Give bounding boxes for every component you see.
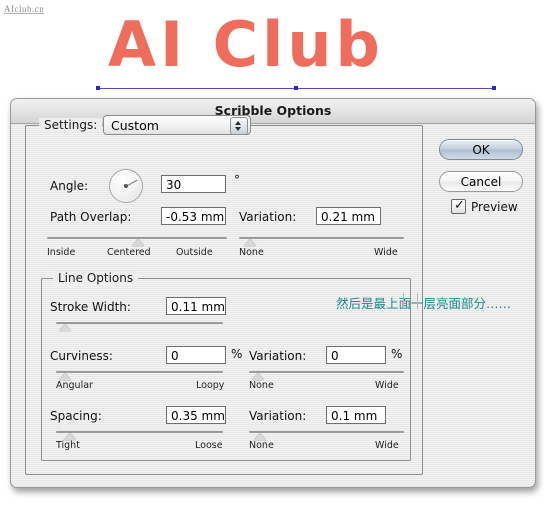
path-overlap-variation-tick-min: None	[239, 247, 264, 258]
annotation-guide-line	[403, 293, 404, 309]
curviness-label: Curviness:	[50, 349, 113, 363]
angle-label: Angle:	[50, 179, 89, 193]
path-overlap-variation-input[interactable]: 0.21 mm	[316, 207, 381, 225]
chevron-down-icon	[235, 127, 241, 131]
path-overlap-tick-min: Inside	[47, 247, 76, 258]
spacing-variation-label: Variation:	[249, 409, 307, 423]
checkmark-icon: ✓	[454, 198, 465, 213]
curviness-variation-tick-max: Wide	[375, 380, 399, 391]
ok-button[interactable]: OK	[439, 139, 523, 160]
illustrator-canvas: AIclub.cn AI Club	[0, 0, 544, 105]
slider-track	[249, 371, 404, 373]
path-overlap-variation-tick-max: Wide	[374, 247, 398, 258]
settings-dropdown-value: Custom	[111, 118, 159, 133]
angle-input[interactable]: 30	[161, 175, 226, 193]
slider-thumb[interactable]	[253, 433, 266, 440]
slider-thumb[interactable]	[64, 433, 77, 440]
path-overlap-label: Path Overlap:	[50, 210, 132, 224]
slider-track	[56, 431, 223, 433]
settings-dropdown[interactable]: Custom	[103, 115, 251, 135]
slider-track	[239, 237, 404, 239]
spacing-variation-tick-max: Wide	[375, 440, 399, 451]
screenshot-root: AIclub.cn AI Club Scribble Options Setti…	[0, 0, 544, 511]
cancel-button[interactable]: Cancel	[439, 171, 523, 192]
curviness-variation-unit: %	[391, 347, 403, 361]
curviness-variation-tick-min: None	[249, 380, 274, 391]
slider-track	[56, 322, 223, 324]
preview-label: Preview	[471, 199, 518, 214]
spacing-variation-input[interactable]: 0.1 mm	[326, 406, 386, 424]
chevron-up-icon	[235, 121, 241, 125]
stroke-width-label: Stroke Width:	[50, 300, 131, 314]
curviness-unit: %	[231, 347, 243, 361]
dialog-title: Scribble Options	[214, 103, 332, 118]
curviness-variation-label: Variation:	[249, 349, 307, 363]
slider-track	[249, 431, 404, 433]
slider-thumb[interactable]	[243, 239, 256, 246]
slider-thumb[interactable]	[59, 373, 72, 380]
angle-unit: °	[234, 173, 240, 187]
angle-dial-hub	[124, 184, 128, 188]
annotation-guide-line	[417, 293, 418, 309]
stroke-width-input[interactable]: 0.11 mm	[166, 297, 226, 315]
line-options-group-label: Line Options	[53, 271, 139, 285]
curviness-variation-input[interactable]: 0	[326, 346, 386, 364]
path-overlap-input[interactable]: -0.53 mm	[161, 207, 226, 225]
settings-label: Settings:	[39, 118, 103, 132]
slider-track	[56, 371, 223, 373]
path-anchor-point	[294, 86, 298, 90]
spacing-tick-max: Loose	[195, 440, 223, 451]
slider-thumb[interactable]	[131, 239, 144, 246]
spacing-variation-tick-min: None	[249, 440, 274, 451]
path-anchor-point	[96, 86, 100, 90]
scribble-artwork-text: AI Club	[108, 8, 384, 81]
slider-thumb[interactable]	[252, 373, 265, 380]
path-overlap-tick-mid: Centered	[107, 247, 151, 258]
stroke-width-slider[interactable]	[56, 320, 223, 332]
settings-stepper-arrows[interactable]	[230, 117, 248, 135]
curviness-tick-min: Angular	[56, 380, 93, 391]
path-overlap-variation-slider[interactable]	[239, 235, 404, 247]
curviness-input[interactable]: 0	[166, 346, 226, 364]
spacing-label: Spacing:	[50, 409, 102, 423]
preview-checkbox-row[interactable]: ✓ Preview	[451, 199, 518, 214]
watermark-text: AIclub.cn	[4, 4, 45, 14]
path-anchor-point	[492, 86, 496, 90]
angle-dial[interactable]	[109, 169, 143, 203]
spacing-tick-min: Tight	[56, 440, 80, 451]
curviness-tick-max: Loopy	[196, 380, 225, 391]
path-overlap-slider[interactable]	[47, 235, 227, 247]
path-overlap-tick-max: Outside	[176, 247, 213, 258]
annotation-text: 然后是最上面一层亮面部分……	[336, 296, 512, 311]
spacing-input[interactable]: 0.35 mm	[166, 406, 226, 424]
path-overlap-variation-label: Variation:	[239, 210, 297, 224]
artwork-path-line	[96, 86, 496, 90]
preview-checkbox[interactable]: ✓	[451, 199, 466, 214]
slider-thumb[interactable]	[59, 324, 72, 331]
